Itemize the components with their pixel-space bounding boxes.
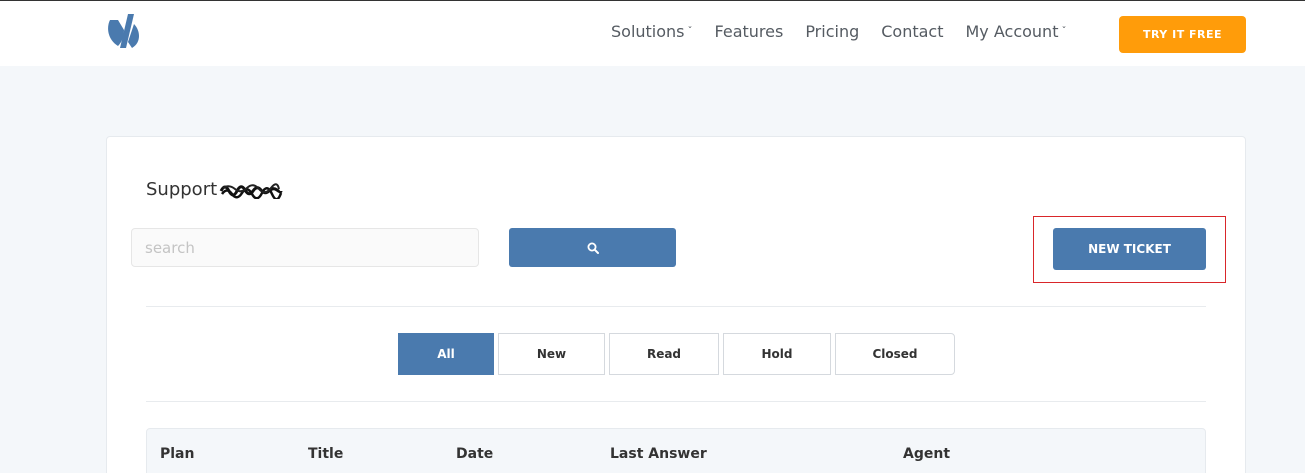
column-agent[interactable]: Agent: [903, 446, 950, 462]
nav-contact-label: Contact: [881, 22, 944, 41]
nav-my-account[interactable]: My Account ˇ: [966, 22, 1067, 41]
top-header: Solutions ˇ Features Pricing Contact My …: [0, 1, 1305, 66]
try-it-free-button[interactable]: TRY IT FREE: [1119, 16, 1246, 53]
nav-features[interactable]: Features: [715, 22, 784, 41]
redacted-scribble: [219, 182, 283, 199]
nav-contact[interactable]: Contact: [881, 22, 943, 41]
brand-logo-icon[interactable]: [104, 12, 144, 52]
divider: [146, 401, 1206, 402]
nav-my-account-label: My Account: [965, 22, 1059, 41]
tab-read[interactable]: Read: [609, 333, 719, 375]
page-title: Support: [146, 179, 283, 200]
page-title-text: Support: [146, 179, 218, 200]
search-icon: [587, 242, 599, 254]
main-nav: Solutions ˇ Features Pricing Contact My …: [611, 22, 1088, 41]
column-date[interactable]: Date: [456, 446, 493, 462]
divider: [146, 306, 1206, 307]
column-title[interactable]: Title: [308, 446, 343, 462]
tab-closed[interactable]: Closed: [835, 333, 955, 375]
search-input[interactable]: [131, 228, 479, 267]
column-last-answer[interactable]: Last Answer: [610, 446, 707, 462]
nav-solutions[interactable]: Solutions ˇ: [611, 22, 693, 41]
tab-all[interactable]: All: [398, 333, 494, 375]
tab-new[interactable]: New: [498, 333, 605, 375]
chevron-down-icon: ˇ: [687, 26, 693, 37]
new-ticket-button[interactable]: NEW TICKET: [1053, 228, 1206, 270]
column-plan[interactable]: Plan: [160, 446, 194, 462]
tickets-table-header: Plan Title Date Last Answer Agent: [146, 428, 1206, 473]
nav-pricing-label: Pricing: [805, 22, 860, 41]
chevron-down-icon: ˇ: [1061, 26, 1067, 37]
tab-hold[interactable]: Hold: [723, 333, 831, 375]
nav-solutions-label: Solutions: [611, 22, 685, 41]
nav-features-label: Features: [714, 22, 784, 41]
search-button[interactable]: [509, 228, 676, 267]
nav-pricing[interactable]: Pricing: [805, 22, 859, 41]
